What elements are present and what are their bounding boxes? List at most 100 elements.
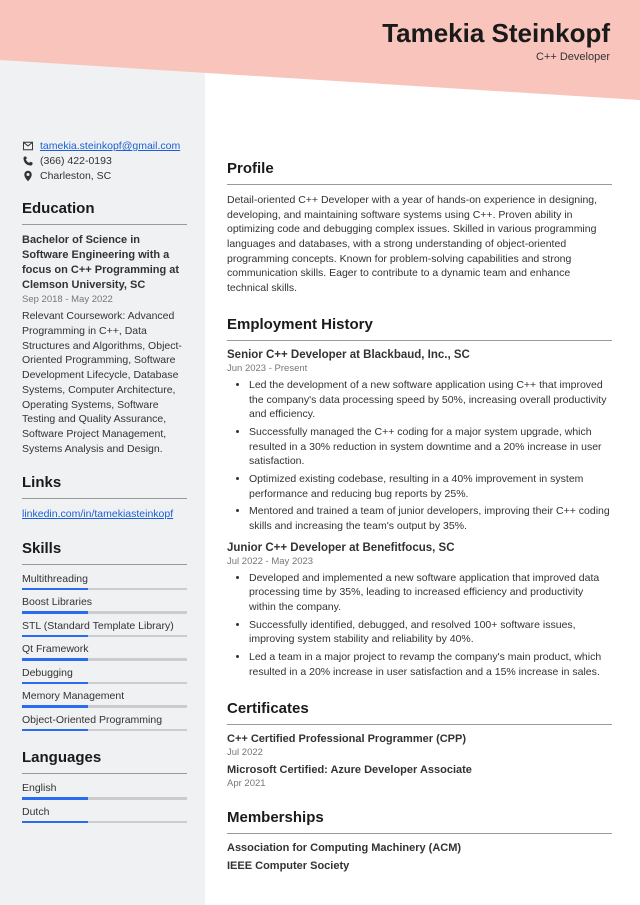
skill-bar [22,658,187,661]
jobs-list: Senior C++ Developer at Blackbaud, Inc.,… [227,349,612,680]
skill-bar-fill [22,611,88,614]
contact-email-row: tamekia.steinkopf@gmail.com [22,140,187,152]
certificates-list: C++ Certified Professional Programmer (C… [227,733,612,789]
skill-bar [22,611,187,614]
memberships-list: Association for Computing Machinery (ACM… [227,842,612,872]
person-title: C++ Developer [382,51,610,63]
skill-name: Boost Libraries [22,596,187,608]
job-bullet: Developed and implemented a new software… [249,571,612,615]
job-bullet: Mentored and trained a team of junior de… [249,504,612,533]
skill-name: Memory Management [22,690,187,702]
job-bullets: Developed and implemented a new software… [227,571,612,680]
email-icon [22,140,35,152]
certificate-date: Jul 2022 [227,747,612,758]
job-item: Junior C++ Developer at Benefitfocus, SC… [227,542,612,680]
location-text: Charleston, SC [40,170,111,182]
skill-bar-fill [22,821,88,824]
skill-item: Memory Management [22,690,187,708]
skill-bar-fill [22,797,88,800]
skill-item: Multithreading [22,573,187,591]
skill-bar [22,635,187,638]
education-heading: Education [22,200,187,217]
education-dates: Sep 2018 - May 2022 [22,294,187,305]
skill-bar-fill [22,658,88,661]
divider [22,224,187,225]
email-link[interactable]: tamekia.steinkopf@gmail.com [40,140,180,152]
main-content: Profile Detail-oriented C++ Developer wi… [205,0,640,905]
skill-bar-fill [22,635,88,638]
resume-page: Tamekia Steinkopf C++ Developer tamekia.… [0,0,640,905]
education-degree: Bachelor of Science in Software Engineer… [22,233,187,292]
certificate-item: Microsoft Certified: Azure Developer Ass… [227,764,612,789]
divider [227,833,612,834]
profile-text: Detail-oriented C++ Developer with a yea… [227,193,612,296]
skill-item: Debugging [22,667,187,685]
skill-bar [22,797,187,800]
header: Tamekia Steinkopf C++ Developer [382,18,610,63]
contact-location-row: Charleston, SC [22,170,187,182]
education-desc: Relevant Coursework: Advanced Programmin… [22,309,187,456]
skill-bar-fill [22,705,88,708]
skill-name: English [22,782,187,794]
skill-bar [22,821,187,824]
languages-list: English Dutch [22,782,187,823]
certificate-date: Apr 2021 [227,778,612,789]
divider [22,498,187,499]
skills-heading: Skills [22,540,187,557]
skill-name: Dutch [22,806,187,818]
skill-name: Qt Framework [22,643,187,655]
certificate-item: C++ Certified Professional Programmer (C… [227,733,612,758]
sidebar: tamekia.steinkopf@gmail.com (366) 422-01… [0,0,205,905]
location-icon [22,170,35,182]
linkedin-link[interactable]: linkedin.com/in/tamekiasteinkopf [22,508,173,520]
skill-item: English [22,782,187,800]
skill-bar-fill [22,682,88,685]
job-bullet: Successfully identified, debugged, and r… [249,618,612,647]
skill-name: Multithreading [22,573,187,585]
divider [22,564,187,565]
skill-bar-fill [22,588,88,591]
job-title: Junior C++ Developer at Benefitfocus, SC [227,542,612,554]
job-dates: Jul 2022 - May 2023 [227,556,612,567]
divider [227,184,612,185]
contact-phone-row: (366) 422-0193 [22,155,187,167]
skills-list: Multithreading Boost Libraries STL (Standa… [22,573,187,732]
memberships-heading: Memberships [227,809,612,826]
skill-item: Boost Libraries [22,596,187,614]
employment-heading: Employment History [227,316,612,333]
profile-heading: Profile [227,160,612,177]
skill-bar [22,682,187,685]
certificate-title: C++ Certified Professional Programmer (C… [227,733,612,745]
job-bullet: Led the development of a new software ap… [249,378,612,422]
job-item: Senior C++ Developer at Blackbaud, Inc.,… [227,349,612,534]
divider [227,724,612,725]
skill-name: Debugging [22,667,187,679]
skill-item: Dutch [22,806,187,824]
job-bullets: Led the development of a new software ap… [227,378,612,534]
job-bullet: Led a team in a major project to revamp … [249,650,612,679]
skill-bar [22,588,187,591]
phone-icon [22,155,35,167]
membership-item: Association for Computing Machinery (ACM… [227,842,612,854]
divider [227,340,612,341]
membership-item: IEEE Computer Society [227,860,612,872]
skill-item: STL (Standard Template Library) [22,620,187,638]
phone-text: (366) 422-0193 [40,155,112,167]
skill-name: STL (Standard Template Library) [22,620,187,632]
job-bullet: Successfully managed the C++ coding for … [249,425,612,469]
job-title: Senior C++ Developer at Blackbaud, Inc.,… [227,349,612,361]
links-heading: Links [22,474,187,491]
skill-item: Qt Framework [22,643,187,661]
skill-name: Object-Oriented Programming [22,714,187,726]
job-bullet: Optimized existing codebase, resulting i… [249,472,612,501]
skill-item: Object-Oriented Programming [22,714,187,732]
skill-bar [22,729,187,732]
languages-heading: Languages [22,749,187,766]
certificates-heading: Certificates [227,700,612,717]
divider [22,773,187,774]
person-name: Tamekia Steinkopf [382,18,610,49]
certificate-title: Microsoft Certified: Azure Developer Ass… [227,764,612,776]
skill-bar [22,705,187,708]
skill-bar-fill [22,729,88,732]
job-dates: Jun 2023 - Present [227,363,612,374]
